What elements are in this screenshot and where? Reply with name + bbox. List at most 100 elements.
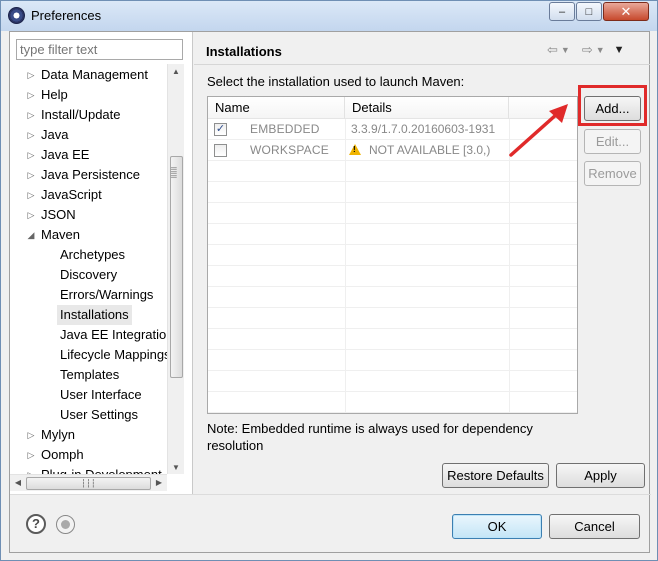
- tree-item[interactable]: Templates: [60, 365, 119, 385]
- scroll-thumb[interactable]: [170, 156, 183, 378]
- table-row: [208, 182, 577, 203]
- collapsed-twisty-icon[interactable]: ▷: [26, 465, 36, 474]
- tree-item[interactable]: ▷ Help: [28, 85, 68, 105]
- tree-item-label: Templates: [60, 367, 120, 382]
- preferences-window: Preferences ‒ □ ✕ ▷Data Management▷Help▷…: [0, 0, 658, 561]
- warning-mark: !: [353, 145, 356, 154]
- eclipse-app-icon: [8, 7, 25, 24]
- help-icon[interactable]: ?: [26, 514, 46, 534]
- tree-horizontal-scrollbar[interactable]: ◀ ┆┆┆ ▶: [10, 474, 167, 491]
- title-bar[interactable]: Preferences ‒ □ ✕: [1, 1, 657, 31]
- tree-item[interactable]: Archetypes: [60, 245, 125, 265]
- table-row: [208, 245, 577, 266]
- tree-item[interactable]: ◢ Maven: [28, 225, 81, 245]
- installation-details: 3.3.9/1.7.0.20160603-1931: [351, 122, 496, 136]
- collapsed-twisty-icon[interactable]: ▷: [26, 125, 36, 145]
- tree-item[interactable]: User Settings: [60, 405, 138, 425]
- collapsed-twisty-icon[interactable]: ▷: [26, 85, 36, 105]
- tree-item-label: Java Persistence: [41, 167, 140, 182]
- grip-icon: ═ ═ ═: [171, 164, 177, 181]
- tree-item[interactable]: ▷ Mylyn: [28, 425, 75, 445]
- tree-item-label: Mylyn: [41, 427, 75, 442]
- row-checkbox[interactable]: [214, 144, 227, 157]
- forward-dropdown-icon[interactable]: ▼: [596, 45, 605, 55]
- collapsed-twisty-icon[interactable]: ▷: [26, 165, 36, 185]
- tree-item-label: Help: [41, 87, 68, 102]
- restore-defaults-button[interactable]: Restore Defaults: [442, 463, 549, 488]
- page-nav: ⇦ ▼ ⇨ ▼ ▼: [547, 42, 625, 58]
- page-title: Installations: [206, 44, 282, 59]
- tree-item[interactable]: Errors/Warnings: [60, 285, 153, 305]
- filter-input[interactable]: [16, 39, 183, 60]
- collapsed-twisty-icon[interactable]: ▷: [26, 105, 36, 125]
- tree-item[interactable]: ▷ Install/Update: [28, 105, 121, 125]
- tree-item-label: Java EE: [41, 147, 90, 162]
- back-arrow-icon[interactable]: ⇦: [547, 42, 558, 58]
- tree-item[interactable]: ▷ Plug-in Development: [28, 465, 162, 474]
- scroll-down-icon[interactable]: ▼: [171, 463, 181, 472]
- forward-arrow-icon[interactable]: ⇨: [582, 42, 593, 58]
- embedded-runtime-note: Note: Embedded runtime is always used fo…: [207, 421, 533, 453]
- column-header-name[interactable]: Name: [208, 97, 345, 119]
- tree-item-label: JSON: [41, 207, 76, 222]
- dialog-client: ▷ Data Management ▷ Help ▷ Install/Update ▷ Jav…: [9, 31, 651, 553]
- tree-item-label: User Settings: [60, 407, 139, 422]
- installation-name: WORKSPACE: [250, 143, 329, 157]
- scroll-up-icon[interactable]: ▲: [171, 67, 181, 76]
- tree-item[interactable]: ▷ Java EE: [28, 145, 90, 165]
- back-dropdown-icon[interactable]: ▼: [561, 45, 570, 55]
- maximize-button[interactable]: □: [576, 2, 602, 21]
- tree-item[interactable]: ▷ JSON: [28, 205, 76, 225]
- table-row: [208, 224, 577, 245]
- remove-button[interactable]: Remove: [584, 161, 641, 186]
- ok-button[interactable]: OK: [452, 514, 542, 539]
- tree-vertical-scrollbar[interactable]: ▲ ═ ═ ═ ▼: [167, 64, 184, 474]
- table-row: [208, 392, 577, 413]
- tree-item[interactable]: User Interface: [60, 385, 142, 405]
- collapsed-twisty-icon[interactable]: ▷: [26, 145, 36, 165]
- tree-item-label: Installations: [60, 307, 129, 322]
- record-preferences-icon[interactable]: [56, 515, 75, 534]
- collapsed-twisty-icon[interactable]: ▷: [26, 425, 36, 445]
- tree-item[interactable]: Discovery: [60, 265, 117, 285]
- table-row: [208, 266, 577, 287]
- collapsed-twisty-icon[interactable]: ▷: [26, 445, 36, 465]
- scroll-left-icon[interactable]: ◀: [13, 478, 23, 487]
- collapsed-twisty-icon[interactable]: ▷: [26, 205, 36, 225]
- tree-item[interactable]: ▷ Oomph: [28, 445, 84, 465]
- tree-item[interactable]: Lifecycle Mappings: [60, 345, 167, 365]
- collapsed-twisty-icon[interactable]: ▷: [26, 185, 36, 205]
- view-menu-icon[interactable]: ▼: [614, 44, 625, 56]
- scroll-right-icon[interactable]: ▶: [154, 478, 164, 487]
- apply-button[interactable]: Apply: [556, 463, 645, 488]
- row-checkbox[interactable]: ✓: [214, 123, 227, 136]
- table-row: [208, 350, 577, 371]
- tree-item[interactable]: ▷ Data Management: [28, 65, 148, 85]
- tree-item-label: Oomph: [41, 447, 84, 462]
- tree-item-label: Install/Update: [41, 107, 121, 122]
- tree-item-label: Plug-in Development: [41, 467, 162, 474]
- h-scroll-thumb[interactable]: ┆┆┆: [26, 477, 151, 490]
- installation-details: NOT AVAILABLE [3.0,): [369, 143, 491, 157]
- tree-item[interactable]: ▷ Java: [28, 125, 69, 145]
- table-row: [208, 371, 577, 392]
- tree-item-label: Lifecycle Mappings: [60, 347, 167, 362]
- tree-item-selected[interactable]: Installations: [57, 305, 132, 325]
- edit-button[interactable]: Edit...: [584, 129, 641, 154]
- expanded-twisty-icon[interactable]: ◢: [26, 225, 36, 245]
- tree-item[interactable]: ▷ JavaScript: [28, 185, 102, 205]
- close-button[interactable]: ✕: [603, 2, 649, 21]
- tree-item[interactable]: ▷ Java Persistence: [28, 165, 140, 185]
- installation-name: EMBEDDED: [250, 122, 320, 136]
- annotation-highlight-box: [578, 85, 647, 126]
- column-header-details[interactable]: Details: [345, 97, 509, 119]
- cancel-button[interactable]: Cancel: [549, 514, 640, 539]
- tree-item[interactable]: Java EE Integration: [60, 325, 167, 345]
- tree-item-label: Discovery: [60, 267, 118, 282]
- tree-item-label: Data Management: [41, 67, 148, 82]
- tree-item-label: Java EE Integration: [60, 327, 167, 342]
- tree-item-label: JavaScript: [41, 187, 102, 202]
- minimize-button[interactable]: ‒: [549, 2, 575, 21]
- collapsed-twisty-icon[interactable]: ▷: [26, 65, 36, 85]
- tree-item-label: Maven: [41, 227, 81, 242]
